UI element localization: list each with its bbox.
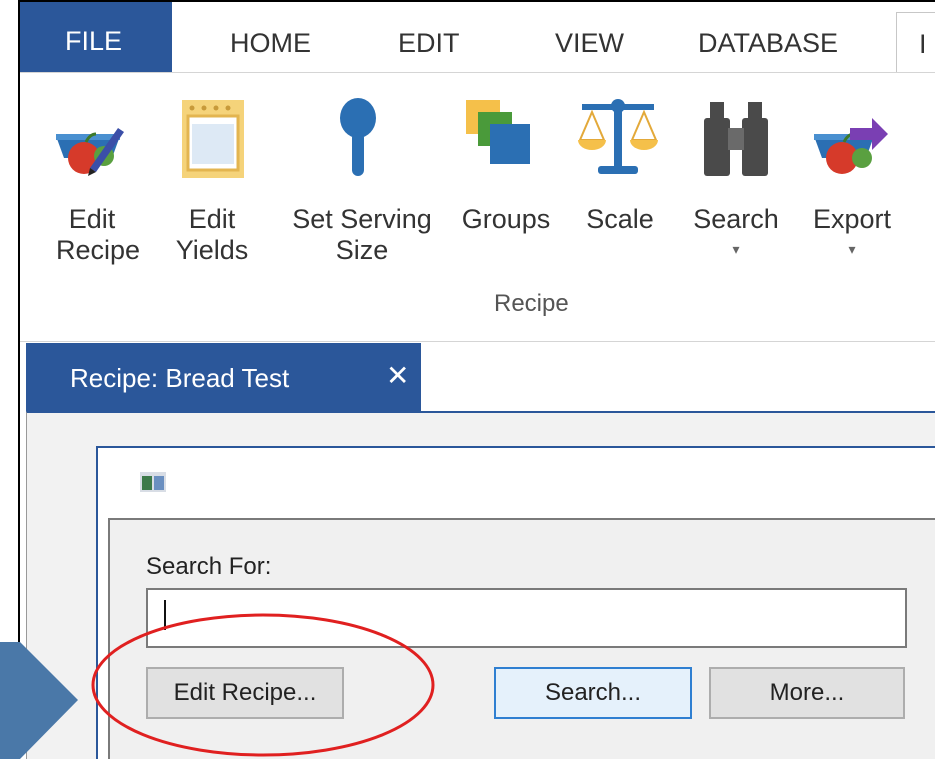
export-label: Export <box>812 204 892 234</box>
export-icon <box>814 118 888 174</box>
document-tab-title: Recipe: Bread Test <box>70 363 290 393</box>
export-dropdown-arrow-icon[interactable]: ▾ <box>800 239 904 259</box>
tab-file-label: FILE <box>65 26 123 56</box>
tab-active-partial[interactable]: I <box>896 12 935 75</box>
scale-button[interactable]: Scale <box>578 204 662 235</box>
edit-recipe-icon <box>56 128 124 176</box>
groups-button[interactable]: Groups <box>450 204 562 235</box>
groups-icon <box>466 100 530 164</box>
ribbon-group-label: Recipe <box>494 290 569 317</box>
edit-yields-button[interactable]: Edit Yields <box>172 204 252 266</box>
tab-view[interactable]: VIEW <box>555 28 624 59</box>
edit-yields-label: Edit Yields <box>175 204 249 265</box>
groups-label: Groups <box>461 204 551 234</box>
edit-recipe-button[interactable]: Edit Recipe <box>56 204 141 266</box>
search-button[interactable]: Search... <box>494 667 692 719</box>
tab-home[interactable]: HOME <box>230 28 311 59</box>
set-serving-size-label: Set Serving Size <box>292 204 432 265</box>
menu-bar: FILE HOME EDIT VIEW DATABASE I <box>20 2 935 75</box>
window-icon <box>140 472 166 492</box>
close-icon[interactable]: ✕ <box>386 359 409 392</box>
document-tab[interactable]: Recipe: Bread Test ✕ <box>26 343 421 411</box>
edit-recipe-label: Edit Recipe <box>56 204 141 265</box>
spoon-icon <box>340 98 376 176</box>
scale-label: Scale <box>586 204 654 234</box>
search-for-label: Search For: <box>146 553 272 580</box>
search-ribbon-label: Search <box>693 204 779 234</box>
search-ribbon-button[interactable]: Search ▾ <box>684 204 788 259</box>
set-serving-size-button[interactable]: Set Serving Size <box>282 204 442 266</box>
scale-icon <box>578 99 658 174</box>
tab-edit[interactable]: EDIT <box>398 28 460 59</box>
binoculars-icon <box>704 102 768 176</box>
oven-icon <box>182 100 244 178</box>
export-button[interactable]: Export ▾ <box>800 204 904 259</box>
more-button[interactable]: More... <box>709 667 905 719</box>
search-dropdown-arrow-icon[interactable]: ▾ <box>684 239 788 259</box>
callout-arrow-icon <box>0 642 78 759</box>
tab-database[interactable]: DATABASE <box>698 28 838 59</box>
tab-file[interactable]: FILE <box>20 2 172 72</box>
highlight-ellipse <box>91 613 435 757</box>
tab-partial-label: I <box>919 29 927 59</box>
